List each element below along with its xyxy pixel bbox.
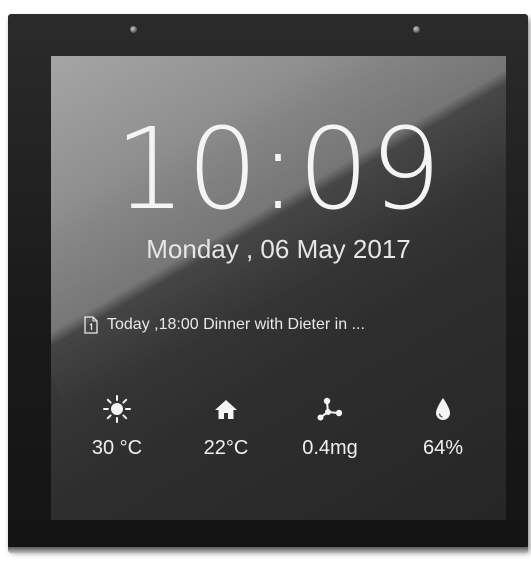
sun-icon [103, 395, 131, 423]
outdoor-temperature[interactable]: 30 °C [77, 394, 157, 458]
air-quality-value: 0.4mg [302, 437, 358, 459]
humidity[interactable]: 64% [403, 394, 483, 458]
indoor-temperature-value: 22°C [203, 437, 249, 459]
sensor-readings: 30 °C 22°C 0.4mg 64% [73, 394, 493, 484]
humidity-value: 64% [422, 437, 464, 459]
wall-panel-device: 10:09 Monday , 06 May 2017 Today ,18:00 … [8, 14, 528, 553]
clock-time: 10:09 [114, 105, 443, 235]
calendar-doc-icon [84, 316, 98, 334]
event-text: Today ,18:00 Dinner with Dieter in ... [107, 316, 365, 333]
upcoming-event[interactable]: Today ,18:00 Dinner with Dieter in ... [84, 314, 494, 336]
home-icon [215, 400, 237, 419]
sensor-dot-right [413, 26, 420, 33]
molecule-icon [317, 397, 343, 421]
clock-date: Monday , 06 May 2017 [146, 234, 411, 264]
air-quality[interactable]: 0.4mg [290, 394, 370, 458]
water-drop-icon [436, 398, 450, 420]
indoor-temperature[interactable]: 22°C [186, 394, 266, 458]
product-photo: 10:09 Monday , 06 May 2017 Today ,18:00 … [0, 0, 531, 565]
touch-screen[interactable]: 10:09 Monday , 06 May 2017 Today ,18:00 … [51, 56, 506, 520]
outdoor-temperature-value: 30 °C [91, 437, 143, 459]
sensor-dot-left [130, 26, 137, 33]
